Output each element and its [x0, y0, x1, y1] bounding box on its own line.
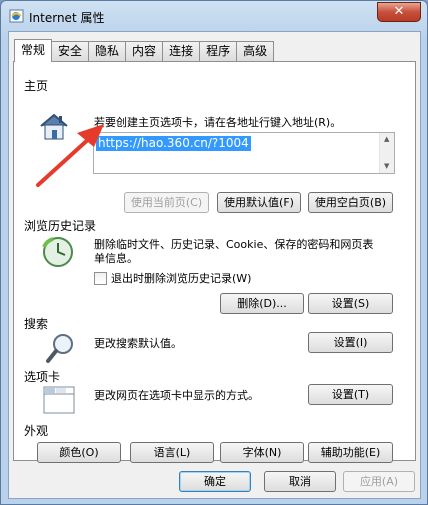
tabs-description: 更改网页在选项卡中显示的方式。 [94, 389, 259, 402]
tabs-section-title: 选项卡 [24, 370, 61, 384]
languages-button[interactable]: 语言(L) [130, 442, 214, 463]
magnifier-icon [46, 334, 73, 363]
title-bar[interactable]: Internet 属性 ✕ [1, 1, 427, 31]
tab-connections[interactable]: 连接 [162, 41, 201, 61]
use-blank-button[interactable]: 使用空白页(B) [308, 192, 393, 213]
tab-content[interactable]: 内容 [125, 41, 164, 61]
history-description: 删除临时文件、历史记录、Cookie、保存的密码和网页表单信息。 [94, 238, 374, 265]
tab-security[interactable]: 安全 [51, 41, 90, 61]
search-settings-button[interactable]: 设置(I) [308, 332, 393, 353]
search-section-title: 搜索 [24, 317, 49, 331]
use-current-button[interactable]: 使用当前页(C) [124, 192, 209, 213]
delete-history-button[interactable]: 删除(D)... [220, 293, 304, 314]
window-title: Internet 属性 [29, 11, 105, 25]
history-settings-button[interactable]: 设置(S) [308, 293, 393, 314]
tab-advanced[interactable]: 高级 [236, 41, 275, 61]
fonts-button[interactable]: 字体(N) [220, 442, 304, 463]
general-panel: 主页 若要创建主页选项卡，请在各地址行键入地址(R)。 https://hao.… [13, 61, 416, 463]
homepage-url-input[interactable]: https://hao.360.cn/?1004 ▲ ▼ [93, 132, 395, 174]
homepage-section-title: 主页 [24, 79, 49, 93]
tab-strip: 常规 安全 隐私 内容 连接 程序 高级 [14, 39, 275, 62]
tabs-settings-button[interactable]: 设置(T) [308, 384, 393, 405]
history-clock-icon [42, 237, 73, 267]
homepage-description: 若要创建主页选项卡，请在各地址行键入地址(R)。 [94, 116, 342, 129]
use-default-button[interactable]: 使用默认值(F) [217, 192, 301, 213]
homepage-url-value: https://hao.360.cn/?1004 [96, 136, 251, 151]
delete-history-on-exit-checkbox[interactable] [94, 272, 107, 285]
history-section-title: 浏览历史记录 [24, 219, 97, 233]
tab-programs[interactable]: 程序 [199, 41, 238, 61]
home-icon [40, 113, 68, 140]
homepage-url-scrollbar[interactable]: ▲ ▼ [379, 133, 394, 173]
colors-button[interactable]: 颜色(O) [37, 442, 121, 463]
search-description: 更改搜索默认值。 [94, 337, 182, 350]
appearance-section-title: 外观 [24, 424, 49, 438]
accessibility-button[interactable]: 辅助功能(E) [308, 442, 393, 463]
ok-button[interactable]: 确定 [179, 471, 251, 492]
internet-options-window: Internet 属性 ✕ 常规 安全 隐私 内容 连接 程序 高级 主页 若要… [0, 0, 428, 505]
delete-history-on-exit-label: 退出时删除浏览历史记录(W) [111, 272, 252, 285]
tabs-window-icon [43, 386, 75, 414]
close-button[interactable]: ✕ [377, 2, 421, 22]
cancel-button[interactable]: 取消 [264, 471, 336, 492]
apply-button[interactable]: 应用(A) [343, 471, 415, 492]
tab-privacy[interactable]: 隐私 [88, 41, 127, 61]
internet-options-icon [9, 9, 24, 23]
dialog-body: 常规 安全 隐私 内容 连接 程序 高级 主页 若要创建主页选项卡，请在各地址行… [8, 31, 421, 499]
tab-general[interactable]: 常规 [14, 39, 53, 62]
